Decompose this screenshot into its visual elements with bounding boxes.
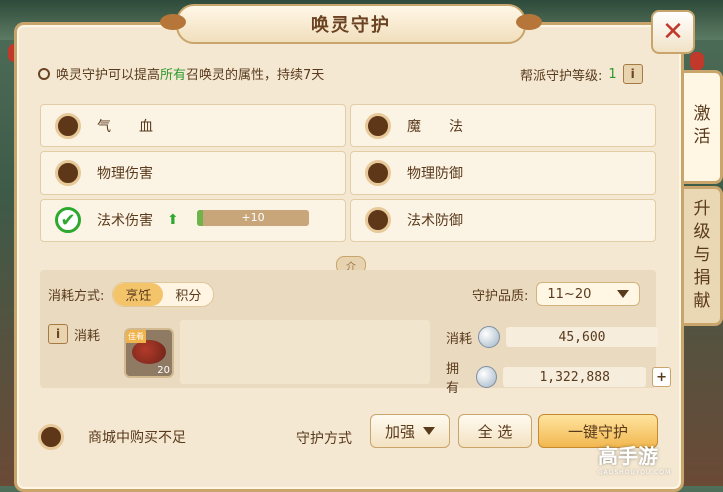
- lantern-decoration: [690, 52, 704, 70]
- radio-button[interactable]: [365, 159, 391, 186]
- guild-level-label: 帮派守护等级:: [520, 68, 603, 84]
- consume-method-toggle: 烹饪 积分: [112, 282, 215, 307]
- own-amount: 1,322,888: [503, 367, 647, 387]
- silver-coin-icon: [478, 326, 501, 348]
- own-label: 拥有: [446, 362, 460, 396]
- guard-mode-dropdown[interactable]: 加强: [370, 414, 450, 448]
- food-dish-icon: [132, 340, 166, 364]
- attribute-hp[interactable]: 气 血: [40, 104, 346, 148]
- tab-upgrade-donate[interactable]: 升级与捐献: [680, 186, 723, 326]
- up-arrow-icon: ⬆: [167, 212, 179, 229]
- guild-info-button[interactable]: i: [622, 64, 643, 84]
- guard-mode-value: 加强: [384, 422, 415, 441]
- select-all-button[interactable]: 全 选: [458, 414, 532, 448]
- radio-button[interactable]: [55, 112, 81, 139]
- consume-method-label: 消耗方式:: [48, 289, 105, 304]
- watermark-subtext: GAOSHOUYOU.COM: [598, 469, 672, 476]
- close-icon: ✕: [662, 17, 684, 47]
- close-button[interactable]: ✕: [651, 10, 695, 54]
- attribute-magic-dmg[interactable]: ✔ 法术伤害 ⬆ +10: [40, 198, 346, 242]
- attribute-grid: 气 血 魔 法 物理伤害 物理防御 ✔ 法术伤害 ⬆ +10 法术防御: [40, 104, 656, 242]
- radio-button[interactable]: [38, 424, 64, 450]
- plus-icon: +: [656, 369, 668, 385]
- option-cooking[interactable]: 烹饪: [113, 283, 164, 306]
- window-title: 唤灵守护: [160, 4, 542, 44]
- info-icon: i: [55, 327, 61, 341]
- attribute-magic-def[interactable]: 法术防御: [350, 198, 656, 242]
- own-line: 拥有 1,322,888 +: [446, 358, 672, 396]
- cost-label: 消耗: [446, 331, 473, 347]
- item-count: 20: [157, 365, 170, 376]
- consume-info-button[interactable]: i: [48, 324, 68, 344]
- radio-button[interactable]: [365, 207, 391, 234]
- check-icon: ✔: [60, 209, 76, 231]
- option-points[interactable]: 积分: [163, 283, 213, 306]
- consume-section: 消耗方式: 烹饪 积分 守护品质: 11~20 i 消耗 佳肴 20 消耗 45…: [40, 270, 672, 396]
- buy-insufficient-label: 商城中购买不足: [88, 430, 186, 446]
- desc-text-after: 召唤灵的属性，持续7天: [186, 68, 325, 83]
- chevron-down-icon: [617, 290, 630, 298]
- watermark-text: 高手游: [598, 444, 658, 468]
- quality-label: 守护品质:: [472, 288, 529, 304]
- silver-coin-icon: [476, 366, 498, 388]
- description-line: 唤灵守护可以提高所有召唤灵的属性，持续7天: [38, 64, 324, 83]
- consume-label: 消耗: [74, 328, 101, 344]
- radio-button[interactable]: [55, 159, 81, 186]
- attribute-label: 魔 法: [407, 118, 463, 135]
- quality-value: 11~20: [547, 286, 592, 302]
- desc-highlight: 所有: [160, 68, 187, 83]
- attribute-progress-bar: +10: [197, 209, 309, 226]
- tab-activate[interactable]: 激活: [680, 70, 723, 184]
- watermark-logo: 高手游 GAOSHOUYOU.COM: [598, 440, 671, 476]
- quality-dropdown[interactable]: 11~20: [536, 282, 641, 306]
- item-tag: 佳肴: [126, 330, 146, 343]
- checkbox-checked[interactable]: ✔: [55, 207, 81, 234]
- attribute-label: 气 血: [97, 118, 153, 135]
- currency-costs: 消耗 45,600 拥有 1,322,888 +: [446, 326, 672, 396]
- guard-quality: 守护品质: 11~20: [472, 282, 641, 306]
- cost-amount: 45,600: [506, 327, 659, 347]
- item-area: [180, 320, 430, 384]
- radio-button[interactable]: [365, 112, 391, 139]
- guild-level-value: 1: [608, 66, 617, 82]
- guild-guard-level: 帮派守护等级: 1 i: [520, 64, 643, 84]
- cost-line: 消耗 45,600: [446, 326, 671, 348]
- attribute-label: 法术伤害: [97, 213, 153, 230]
- attribute-phys-dmg[interactable]: 物理伤害: [40, 151, 346, 195]
- attribute-phys-def[interactable]: 物理防御: [350, 151, 656, 195]
- attribute-label: 法术防御: [407, 213, 463, 230]
- info-icon: i: [630, 67, 635, 81]
- consume-item-row: i 消耗: [48, 324, 100, 344]
- attribute-label: 物理伤害: [97, 165, 153, 182]
- food-item-slot[interactable]: 佳肴 20: [124, 328, 174, 378]
- guard-mode-label: 守护方式: [296, 431, 352, 447]
- progress-text: +10: [241, 211, 265, 225]
- attribute-label: 物理防御: [407, 165, 463, 182]
- desc-text: 唤灵守护可以提高: [56, 68, 161, 83]
- consume-method: 消耗方式: 烹饪 积分: [48, 282, 215, 307]
- attribute-mp[interactable]: 魔 法: [350, 104, 656, 148]
- chevron-down-icon: [423, 427, 435, 435]
- buy-insufficient-option[interactable]: 商城中购买不足: [38, 424, 186, 450]
- swirl-icon: [38, 67, 50, 80]
- add-currency-button[interactable]: +: [652, 367, 672, 387]
